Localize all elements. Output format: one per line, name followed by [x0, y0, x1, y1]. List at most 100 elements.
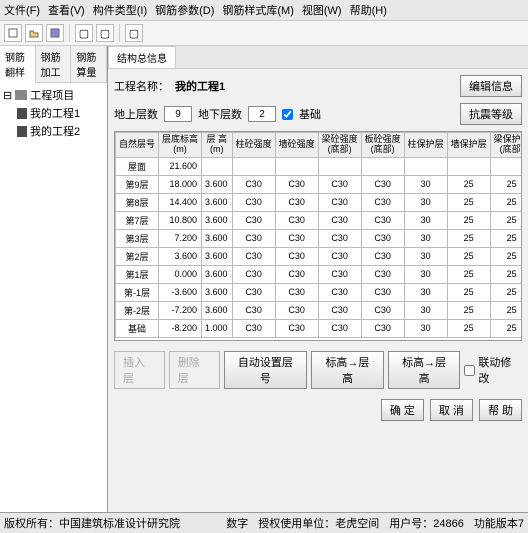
- table-cell[interactable]: 25: [447, 247, 490, 265]
- table-cell[interactable]: C30: [232, 319, 275, 337]
- table-row[interactable]: 第2层3.6003.600C30C30C30C3030252515: [116, 247, 523, 265]
- table-cell[interactable]: 第2层: [116, 247, 159, 265]
- table-cell[interactable]: 25: [490, 319, 522, 337]
- menu-item[interactable]: 帮助(H): [350, 2, 387, 18]
- table-cell[interactable]: C30: [361, 283, 404, 301]
- table-cell[interactable]: C30: [318, 319, 361, 337]
- table-cell[interactable]: 3.600: [202, 265, 233, 283]
- table-cell[interactable]: 18.000: [159, 175, 202, 193]
- menu-item[interactable]: 查看(V): [48, 2, 85, 18]
- table-cell[interactable]: C30: [318, 265, 361, 283]
- table-cell[interactable]: 3.600: [202, 301, 233, 319]
- table-cell[interactable]: 第1层: [116, 265, 159, 283]
- table-cell[interactable]: 25: [490, 283, 522, 301]
- table-cell[interactable]: C30: [275, 229, 318, 247]
- table-cell[interactable]: [202, 157, 233, 175]
- table-cell[interactable]: 第8层: [116, 193, 159, 211]
- table-cell[interactable]: 第-1层: [116, 283, 159, 301]
- table-row[interactable]: 第-2层-7.2003.600C30C30C30C3030252515: [116, 301, 523, 319]
- table-cell[interactable]: C30: [361, 193, 404, 211]
- table-cell[interactable]: 30: [404, 247, 447, 265]
- table-cell[interactable]: 25: [447, 319, 490, 337]
- table-cell[interactable]: C30: [318, 175, 361, 193]
- collapse-icon[interactable]: ⊟: [3, 89, 12, 102]
- tool-4[interactable]: ▢: [75, 24, 93, 42]
- table-cell[interactable]: 基础: [116, 319, 159, 337]
- table-cell[interactable]: C30: [232, 283, 275, 301]
- table-row[interactable]: 第-1层-3.6003.600C30C30C30C3030252515: [116, 283, 523, 301]
- table-cell[interactable]: C30: [318, 211, 361, 229]
- table-cell[interactable]: 30: [404, 175, 447, 193]
- menu-item[interactable]: 视图(W): [302, 2, 342, 18]
- table-cell[interactable]: -7.200: [159, 301, 202, 319]
- table-cell[interactable]: C30: [275, 211, 318, 229]
- table-cell[interactable]: -3.600: [159, 283, 202, 301]
- table-cell[interactable]: 30: [404, 301, 447, 319]
- table-cell[interactable]: 3.600: [202, 193, 233, 211]
- table-cell[interactable]: C30: [232, 229, 275, 247]
- table-row[interactable]: 第8层14.4003.600C30C30C30C3030252515: [116, 193, 523, 211]
- seismic-level-button[interactable]: 抗震等级: [460, 103, 522, 125]
- table-cell[interactable]: 25: [447, 229, 490, 247]
- cancel-button[interactable]: 取 消: [430, 399, 473, 421]
- table-cell[interactable]: 3.600: [202, 283, 233, 301]
- column-header[interactable]: 层 高(m): [202, 133, 233, 158]
- table-cell[interactable]: C30: [275, 247, 318, 265]
- table-row[interactable]: 基础-8.2001.000C30C30C30C3030252515: [116, 319, 523, 337]
- column-header[interactable]: 自然层号: [116, 133, 159, 158]
- table-cell[interactable]: 30: [404, 283, 447, 301]
- table-cell[interactable]: C30: [232, 247, 275, 265]
- table-cell[interactable]: 第-2层: [116, 301, 159, 319]
- menu-item[interactable]: 钢筋样式库(M): [222, 2, 294, 18]
- link-edit-option[interactable]: 联动修改: [464, 354, 522, 386]
- table-cell[interactable]: C30: [361, 265, 404, 283]
- table-cell[interactable]: 25: [447, 265, 490, 283]
- table-cell[interactable]: 21.600: [159, 157, 202, 175]
- menu-item[interactable]: 钢筋参数(D): [155, 2, 214, 18]
- table-cell[interactable]: 25: [490, 211, 522, 229]
- column-header[interactable]: 柱保护层: [404, 133, 447, 158]
- table-cell[interactable]: 25: [490, 265, 522, 283]
- left-tab[interactable]: 钢筋加工: [36, 46, 72, 82]
- height-to-elev-button[interactable]: 标高→层高: [388, 351, 461, 389]
- column-header[interactable]: 层底标高(m): [159, 133, 202, 158]
- table-cell[interactable]: [447, 157, 490, 175]
- table-cell[interactable]: C30: [232, 265, 275, 283]
- ok-button[interactable]: 确 定: [381, 399, 424, 421]
- table-cell[interactable]: C30: [361, 211, 404, 229]
- table-cell[interactable]: C30: [361, 301, 404, 319]
- table-cell[interactable]: 25: [447, 175, 490, 193]
- table-cell[interactable]: -8.200: [159, 319, 202, 337]
- table-cell[interactable]: C30: [361, 247, 404, 265]
- table-cell[interactable]: 30: [404, 229, 447, 247]
- table-row[interactable]: 第9层18.0003.600C30C30C30C3030252515: [116, 175, 523, 193]
- table-cell[interactable]: 25: [447, 193, 490, 211]
- column-header[interactable]: 墙砼强度: [275, 133, 318, 158]
- help-button[interactable]: 帮 助: [479, 399, 522, 421]
- below-floors-input[interactable]: [248, 106, 276, 122]
- tab-structure-info[interactable]: 结构总信息: [108, 46, 176, 68]
- table-cell[interactable]: [404, 157, 447, 175]
- table-cell[interactable]: [361, 157, 404, 175]
- table-cell[interactable]: C30: [232, 301, 275, 319]
- table-cell[interactable]: C30: [275, 175, 318, 193]
- column-header[interactable]: 梁保护层(底部): [490, 133, 522, 158]
- table-cell[interactable]: C30: [275, 301, 318, 319]
- table-cell[interactable]: 3.600: [202, 229, 233, 247]
- tree-item[interactable]: 我的工程1: [3, 104, 104, 122]
- tool-new[interactable]: [4, 24, 22, 42]
- table-cell[interactable]: 1.000: [202, 319, 233, 337]
- table-cell[interactable]: 3.600: [202, 211, 233, 229]
- table-cell[interactable]: 25: [447, 301, 490, 319]
- tool-save[interactable]: [46, 24, 64, 42]
- table-cell[interactable]: C30: [361, 229, 404, 247]
- foundation-checkbox[interactable]: [282, 109, 293, 120]
- table-cell[interactable]: 25: [447, 211, 490, 229]
- table-cell[interactable]: 25: [490, 175, 522, 193]
- table-cell[interactable]: 3.600: [202, 247, 233, 265]
- table-cell[interactable]: 30: [404, 265, 447, 283]
- table-cell[interactable]: [490, 157, 522, 175]
- table-cell[interactable]: 屋面: [116, 157, 159, 175]
- above-floors-input[interactable]: [164, 106, 192, 122]
- table-cell[interactable]: C30: [318, 193, 361, 211]
